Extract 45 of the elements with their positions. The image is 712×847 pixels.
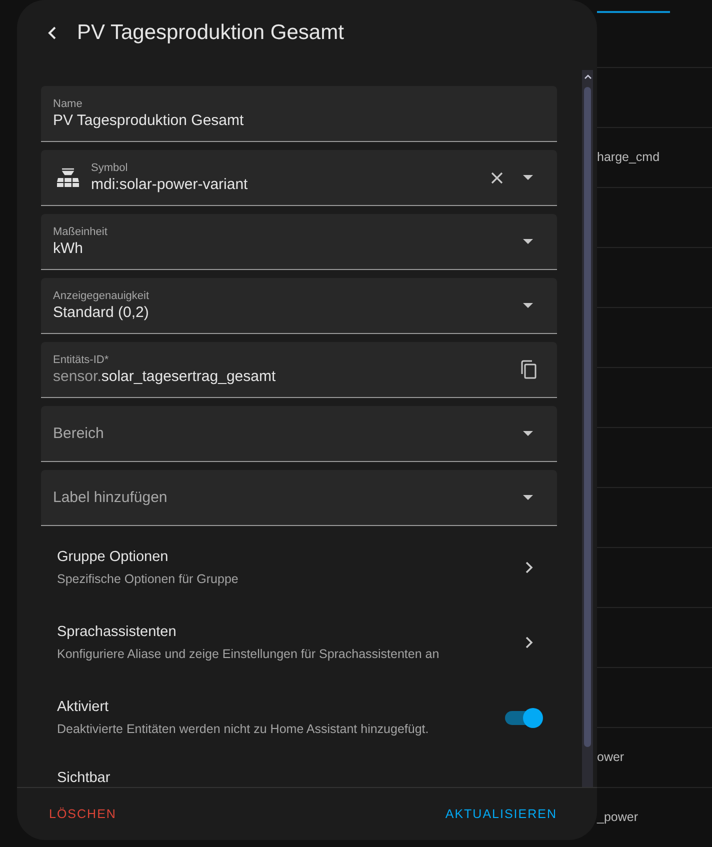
item-description: Konfiguriere Aliase und zeige Einstellungen für Sprachassistenten an [57, 646, 440, 662]
field-value: kWh [53, 238, 84, 258]
field-label: Maßeinheit [53, 224, 108, 238]
field-placeholder: Bereich [53, 424, 105, 444]
entity-text: harge_cmd [597, 149, 660, 166]
field-value: mdi:solar-power-variant [91, 174, 249, 194]
dropdown-field[interactable]: Symbol mdi:solar-power-variant [41, 150, 557, 206]
field-value: PV Tagesproduktion Gesamt [53, 110, 245, 130]
dropdown-field[interactable]: Bereich [41, 406, 557, 462]
update-button[interactable]: AKTUALISIEREN [445, 804, 557, 824]
dropdown-caret-icon[interactable] [523, 239, 533, 244]
item-title: Gruppe Optionen [57, 548, 170, 566]
item-description: Deaktivierte Entitäten werden nicht zu Home Assistant hinzugefügt. [57, 721, 430, 737]
chevron-right-icon [525, 561, 533, 574]
item-title: Sprachassistenten [57, 623, 178, 641]
dropdown-caret-icon[interactable] [523, 303, 533, 308]
dropdown-field[interactable]: Label hinzufügen [41, 470, 557, 526]
dropdown-field[interactable]: Anzeigegenauigkeit Standard (0,2) [41, 278, 557, 334]
field-label: Entitäts-ID* [53, 352, 110, 366]
delete-button[interactable]: LÖSCHEN [49, 804, 116, 824]
dropdown-caret-icon[interactable] [523, 175, 533, 180]
dropdown-field[interactable]: Maßeinheit kWh [41, 214, 557, 270]
scroll-up-icon[interactable] [584, 74, 592, 79]
scrollbar[interactable] [582, 70, 593, 787]
item-title: Sichtbar [57, 769, 112, 787]
dialog-title: PV Tagesproduktion Gesamt [77, 20, 344, 46]
entity-id-field[interactable]: Entitäts-ID* sensor.solar_tagesertrag_gesamt [41, 342, 557, 398]
back-icon[interactable] [47, 26, 57, 40]
chevron-right-icon [525, 636, 533, 649]
copy-icon[interactable] [521, 360, 537, 379]
field-value: Standard (0,2) [53, 302, 150, 322]
field-label: Symbol [91, 160, 129, 174]
solar-panel-icon [57, 168, 79, 188]
item-description: Spezifische Optionen für Gruppe [57, 571, 240, 587]
field-label: Name [53, 96, 84, 110]
item-title: Aktiviert [57, 698, 110, 716]
clear-icon[interactable] [491, 172, 503, 184]
dropdown-caret-icon[interactable] [523, 495, 533, 500]
entity-text: _power [597, 809, 638, 826]
entity-text: ower [597, 749, 624, 766]
entity-id-value: sensor.solar_tagesertrag_gesamt [53, 366, 277, 386]
field-placeholder: Label hinzufügen [53, 488, 168, 508]
dropdown-caret-icon[interactable] [523, 431, 533, 436]
text-field[interactable]: Name PV Tagesproduktion Gesamt [41, 86, 557, 142]
field-label: Anzeigegenauigkeit [53, 288, 150, 302]
